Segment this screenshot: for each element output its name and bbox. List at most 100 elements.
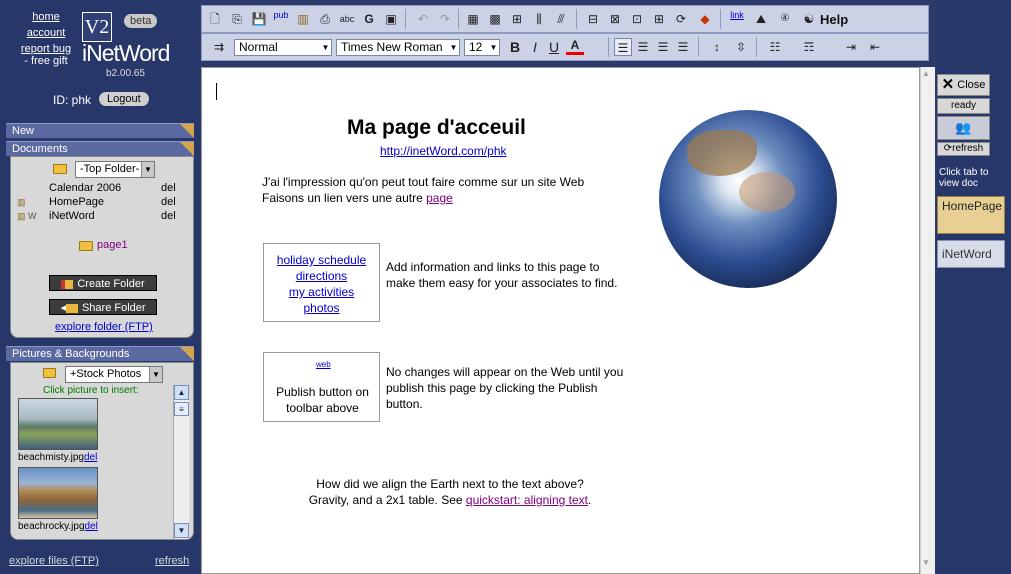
explore-files-link[interactable]: explore files (FTP): [9, 555, 99, 567]
save-icon[interactable]: 💾: [250, 10, 268, 28]
preview-icon[interactable]: ▣: [382, 10, 400, 28]
quickstart-link[interactable]: quickstart: aligning text: [466, 493, 588, 507]
tab-homepage[interactable]: HomePage: [937, 196, 1005, 234]
bullet-list-icon[interactable]: ☷: [766, 38, 784, 56]
align-justify-icon[interactable]: ☰: [674, 38, 692, 56]
chevron-down-icon[interactable]: ▼: [488, 40, 499, 55]
doc-delete[interactable]: del: [161, 181, 176, 195]
close-button[interactable]: ✕ Close: [937, 74, 990, 96]
style-select[interactable]: Normal ▼: [234, 39, 332, 56]
picture-name[interactable]: beachmisty.jpg: [18, 452, 84, 463]
new-header[interactable]: New: [6, 123, 194, 138]
underline-icon[interactable]: U: [545, 38, 563, 56]
chevron-down-icon[interactable]: ▼: [141, 162, 154, 177]
cell-icon[interactable]: ⊞: [508, 10, 526, 28]
new-doc-icon[interactable]: 🗋: [206, 10, 224, 28]
explore-folder-link[interactable]: explore folder (FTP): [55, 321, 153, 333]
scroll-down-icon[interactable]: ▼: [922, 558, 930, 567]
stock-photos-select[interactable]: +Stock Photos ▼: [65, 366, 163, 383]
link-holiday-schedule[interactable]: holiday schedule: [264, 252, 379, 268]
doc-name[interactable]: iNetWord: [49, 209, 95, 223]
earth-image[interactable]: [659, 110, 837, 288]
picture-thumbnail[interactable]: [18, 398, 98, 450]
editor-area[interactable]: Ma page d'acceuil http://inetWord.com/ph…: [201, 67, 920, 574]
color-icon[interactable]: ◆: [696, 10, 714, 28]
link-photos[interactable]: photos: [264, 300, 379, 316]
bold-icon[interactable]: B: [506, 38, 524, 56]
picture-delete[interactable]: del: [84, 452, 97, 463]
merge-cell-icon[interactable]: ⫻: [552, 10, 570, 28]
editor-scrollbar[interactable]: ▲ ▼: [920, 67, 935, 574]
doc-name[interactable]: Calendar 2006: [49, 181, 121, 195]
pictures-scrollbar[interactable]: ▲ ≡ ▼: [173, 385, 189, 539]
refresh-button[interactable]: ⟳refresh: [937, 142, 990, 156]
doc-row[interactable]: ▥ HomePage del: [15, 195, 185, 209]
page-url-link[interactable]: http://inetWord.com/phk: [380, 143, 507, 159]
scroll-up-icon[interactable]: ▲: [174, 385, 189, 400]
split-cell-icon[interactable]: ⫼: [530, 10, 548, 28]
home-link[interactable]: home: [16, 9, 76, 25]
spellcheck-icon[interactable]: abc: [338, 10, 356, 28]
logout-button[interactable]: Logout: [99, 92, 149, 106]
line-spacing-icon[interactable]: ↕: [708, 38, 726, 56]
doc-name[interactable]: HomePage: [49, 195, 104, 209]
numbered-list-icon[interactable]: ☶: [800, 38, 818, 56]
scroll-down-icon[interactable]: ▼: [174, 523, 189, 538]
paragraph-spacing-icon[interactable]: ⇳: [732, 38, 750, 56]
image-icon[interactable]: ⛰: [752, 10, 770, 28]
insert-col-icon[interactable]: ⊠: [606, 10, 624, 28]
table-props-icon[interactable]: ▩: [486, 10, 504, 28]
google-icon[interactable]: G: [360, 10, 378, 28]
delete-col-icon[interactable]: ⊞: [650, 10, 668, 28]
redo-icon[interactable]: ↷: [436, 10, 454, 28]
picture-thumbnail[interactable]: [18, 467, 98, 519]
chevron-down-icon[interactable]: ▼: [448, 40, 459, 55]
page-icon[interactable]: ▥: [294, 10, 312, 28]
refresh-icon[interactable]: ⟳: [672, 10, 690, 28]
picture-delete[interactable]: del: [85, 521, 98, 532]
pictures-header[interactable]: Pictures & Backgrounds: [6, 346, 194, 361]
doc-delete[interactable]: del: [161, 195, 176, 209]
scroll-up-icon[interactable]: ▲: [922, 69, 930, 78]
account-link[interactable]: account: [16, 25, 76, 41]
subfolder-link[interactable]: page1: [97, 239, 128, 251]
font-color-icon[interactable]: A: [566, 38, 584, 55]
link-directions[interactable]: directions: [264, 268, 379, 284]
outdent-icon[interactable]: ⇤: [866, 38, 884, 56]
align-right-icon[interactable]: ☰: [654, 38, 672, 56]
open-doc-icon[interactable]: ⎘: [228, 10, 246, 28]
indent-icon[interactable]: ⇥: [842, 38, 860, 56]
link-my-activities[interactable]: my activities: [264, 284, 379, 300]
create-folder-button[interactable]: Create Folder: [49, 275, 157, 291]
doc-delete[interactable]: del: [161, 209, 176, 223]
chevron-down-icon[interactable]: ▼: [149, 367, 162, 382]
undo-icon[interactable]: ↶: [414, 10, 432, 28]
doc-row[interactable]: ▥ W iNetWord del: [15, 209, 185, 223]
folder-up-icon[interactable]: [43, 368, 56, 378]
refresh-link[interactable]: refresh: [155, 555, 189, 567]
help-icon[interactable]: ☯: [800, 10, 818, 28]
italic-icon[interactable]: I: [526, 38, 544, 56]
doc-row[interactable]: Calendar 2006 del: [15, 181, 185, 195]
align-left-icon[interactable]: ☰: [614, 38, 632, 56]
insert-row-icon[interactable]: ⊟: [584, 10, 602, 28]
scroll-thumb[interactable]: ≡: [174, 402, 189, 416]
users-icon[interactable]: 👥: [937, 116, 990, 140]
align-center-icon[interactable]: ☰: [634, 38, 652, 56]
chevron-down-icon[interactable]: ▼: [320, 40, 331, 55]
print-icon[interactable]: ⎙: [316, 10, 334, 28]
font-select[interactable]: Times New Roman ▼: [336, 39, 460, 56]
special-char-icon[interactable]: ④: [776, 10, 794, 28]
size-select[interactable]: 12 ▼: [464, 39, 500, 56]
share-folder-button[interactable]: ◂ Share Folder: [49, 299, 157, 315]
delete-row-icon[interactable]: ⊡: [628, 10, 646, 28]
intro-page-link[interactable]: page: [426, 191, 453, 205]
picture-name[interactable]: beachrocky.jpg: [18, 521, 85, 532]
documents-header[interactable]: Documents: [6, 141, 194, 156]
publish-icon[interactable]: pub: [272, 10, 290, 28]
folder-select[interactable]: -Top Folder- ▼: [75, 161, 155, 178]
link-icon[interactable]: link: [728, 10, 746, 28]
tab-inetword[interactable]: iNetWord: [937, 240, 1005, 268]
help-button[interactable]: Help: [820, 12, 848, 27]
style-icon[interactable]: ⇉: [210, 38, 228, 56]
